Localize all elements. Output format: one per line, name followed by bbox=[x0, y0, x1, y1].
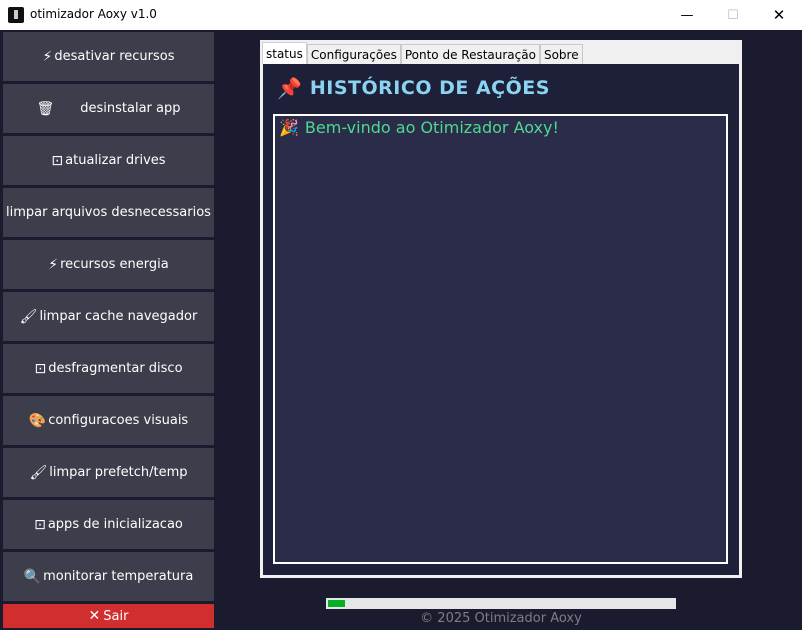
monitor-temperature-button[interactable]: 🔍 monitorar temperatura bbox=[3, 552, 214, 601]
update-drivers-button[interactable]: ⊡ atualizar drives bbox=[3, 136, 214, 185]
search-icon: 🔍 bbox=[23, 568, 42, 585]
clean-prefetch-temp-button[interactable]: 🖌 limpar prefetch/temp bbox=[3, 448, 214, 497]
exit-label: Sair bbox=[103, 608, 129, 624]
broom-icon: 🖌 bbox=[19, 308, 38, 325]
log-entry: 🎉 Bem-vindo ao Otimizador Aoxy! bbox=[279, 118, 559, 137]
button-label: limpar arquivos desnecessarios bbox=[6, 205, 211, 220]
palette-icon: 🎨 bbox=[28, 412, 47, 429]
history-title: HISTÓRICO DE AÇÕES bbox=[309, 77, 550, 99]
button-label: desfragmentar disco bbox=[48, 361, 183, 376]
sidebar: ⚡ desativar recursos 🗑 desinstalar app ⊡… bbox=[0, 30, 216, 630]
footer-copyright: © 2025 Otimizador Aoxy bbox=[420, 611, 582, 626]
disk-icon: ⊡ bbox=[34, 360, 47, 377]
disable-features-button[interactable]: ⚡ desativar recursos bbox=[3, 32, 214, 81]
pin-icon: 📌 bbox=[277, 76, 302, 100]
tab-settings[interactable]: Configurações bbox=[306, 44, 401, 64]
startup-apps-button[interactable]: ⊡ apps de inicializacao bbox=[3, 500, 214, 549]
chip-icon: ⊡ bbox=[51, 152, 64, 169]
energy-features-button[interactable]: ⚡ recursos energia bbox=[3, 240, 214, 289]
party-icon: 🎉 bbox=[279, 118, 299, 137]
maximize-button[interactable]: ☐ bbox=[710, 0, 756, 30]
button-label: desativar recursos bbox=[54, 49, 175, 64]
lightning-icon: ⚡ bbox=[42, 48, 53, 65]
tab-about[interactable]: Sobre bbox=[539, 44, 583, 64]
close-button[interactable]: ✕ bbox=[756, 0, 802, 30]
button-label: limpar cache navegador bbox=[39, 309, 198, 324]
clean-unneeded-files-button[interactable]: limpar arquivos desnecessarios bbox=[3, 188, 214, 237]
minimize-button[interactable]: — bbox=[664, 0, 710, 30]
chip-icon: ⊡ bbox=[34, 516, 46, 533]
tab-restore-point[interactable]: Ponto de Restauração bbox=[400, 44, 540, 64]
close-icon: ✕ bbox=[88, 608, 101, 624]
log-entry-text: Bem-vindo ao Otimizador Aoxy! bbox=[304, 118, 559, 137]
progress-fill bbox=[328, 600, 346, 607]
progress-bar bbox=[326, 598, 676, 609]
uninstall-app-button[interactable]: 🗑 desinstalar app bbox=[3, 84, 214, 133]
visual-settings-button[interactable]: 🎨 configuracoes visuais bbox=[3, 396, 214, 445]
history-log[interactable]: 🎉 Bem-vindo ao Otimizador Aoxy! bbox=[273, 114, 728, 564]
clear-browser-cache-button[interactable]: 🖌 limpar cache navegador bbox=[3, 292, 214, 341]
button-label: monitorar temperatura bbox=[43, 569, 194, 584]
lightning-icon: ⚡ bbox=[48, 256, 59, 273]
button-label: limpar prefetch/temp bbox=[49, 465, 188, 480]
defragment-disk-button[interactable]: ⊡ desfragmentar disco bbox=[3, 344, 214, 393]
title-bar: otimizador Aoxy v1.0 — ☐ ✕ bbox=[0, 0, 802, 30]
button-label: configuracoes visuais bbox=[48, 413, 189, 428]
window-title: otimizador Aoxy v1.0 bbox=[30, 7, 157, 21]
button-label: recursos energia bbox=[60, 257, 169, 272]
status-panel: 📌 HISTÓRICO DE AÇÕES 🎉 Bem-vindo ao Otim… bbox=[263, 64, 739, 575]
history-header: 📌 HISTÓRICO DE AÇÕES bbox=[277, 76, 550, 100]
tab-bar: status Configurações Ponto de Restauraçã… bbox=[262, 42, 583, 64]
app-logo-icon bbox=[8, 7, 24, 23]
button-label: apps de inicializacao bbox=[47, 517, 183, 532]
exit-button[interactable]: ✕ Sair bbox=[3, 604, 214, 628]
tab-notebook: status Configurações Ponto de Restauraçã… bbox=[260, 40, 742, 578]
trash-icon: 🗑 bbox=[36, 100, 55, 117]
broom-icon: 🖌 bbox=[29, 464, 48, 481]
tab-status[interactable]: status bbox=[262, 42, 307, 64]
button-label: atualizar drives bbox=[65, 153, 166, 168]
button-label: desinstalar app bbox=[80, 101, 181, 116]
